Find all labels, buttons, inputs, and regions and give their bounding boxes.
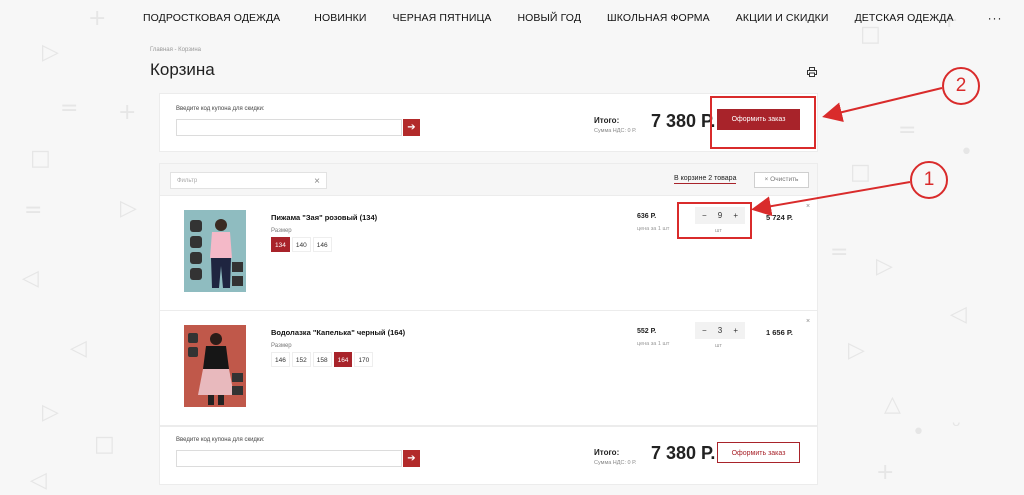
size-option-152[interactable]: 152 <box>291 352 311 367</box>
nav-item-sales[interactable]: АКЦИИ И СКИДКИ <box>736 12 829 24</box>
coupon-input[interactable] <box>176 450 402 467</box>
background-doodle: △ <box>884 392 901 417</box>
print-icon[interactable] <box>807 67 817 77</box>
clear-cart-button[interactable]: × Очистить <box>754 172 809 188</box>
quantity-unit: шт <box>715 343 722 349</box>
quantity-stepper: − 3 + <box>695 322 745 339</box>
total-label: Итого: <box>594 116 620 125</box>
product-name[interactable]: Пижама "Зая" розовый (134) <box>271 213 377 222</box>
nav-item-teen-clothing[interactable]: ПОДРОСТКОВАЯ ОДЕЖДА <box>143 12 280 24</box>
arrow-right-icon: ➔ <box>407 122 416 133</box>
background-doodle: • <box>912 420 925 445</box>
size-label: Размер <box>271 343 292 349</box>
cart-count-tab[interactable]: В корзине 2 товара <box>674 175 737 184</box>
background-doodle: □ <box>30 146 51 171</box>
vat-label: Сумма НДС: 0 Р. <box>594 460 637 466</box>
background-doodle: ▷ <box>120 196 137 221</box>
product-name[interactable]: Водолазка "Капелька" черный (164) <box>271 328 405 337</box>
background-doodle: ▷ <box>848 338 865 363</box>
vat-label: Сумма НДС: 0 Р. <box>594 128 637 134</box>
decrement-button[interactable]: − <box>702 326 707 335</box>
annotation-highlight-quantity <box>677 202 752 239</box>
background-doodle: = <box>24 198 43 223</box>
filter-placeholder: Фильтр <box>177 178 198 184</box>
unit-price: 636 Р. <box>637 213 657 220</box>
background-doodle: ◁ <box>70 336 87 361</box>
nav-item-new[interactable]: НОВИНКИ <box>314 12 366 24</box>
background-doodle: □ <box>850 160 871 185</box>
cart-summary-bottom: Введите код купона для скидки: ➔ Итого: … <box>159 426 818 485</box>
cart-filter-bar: Фильтр × В корзине 2 товара × Очистить <box>159 163 818 196</box>
breadcrumb[interactable]: Главная - Корзина <box>150 47 201 53</box>
close-icon[interactable]: × <box>314 176 320 187</box>
nav-item-kids-clothing[interactable]: ДЕТСКАЯ ОДЕЖДА <box>855 12 954 24</box>
quantity-input[interactable]: 3 <box>718 326 722 335</box>
line-total: 5 724 Р. <box>766 213 793 222</box>
background-doodle: ◁ <box>22 266 39 291</box>
size-option-170[interactable]: 170 <box>354 352 374 367</box>
product-image[interactable] <box>184 325 246 407</box>
coupon-label: Введите код купона для скидки: <box>176 437 265 443</box>
product-image[interactable] <box>184 210 246 292</box>
nav-more-button[interactable]: ··· <box>988 11 1003 25</box>
coupon-apply-button[interactable]: ➔ <box>403 119 420 136</box>
remove-item-icon[interactable]: × <box>806 318 810 325</box>
annotation-arrow-2 <box>822 87 943 122</box>
nav-item-black-friday[interactable]: ЧЕРНАЯ ПЯТНИЦА <box>393 12 492 24</box>
top-navigation: ПОДРОСТКОВАЯ ОДЕЖДА НОВИНКИ ЧЕРНАЯ ПЯТНИ… <box>0 0 1024 36</box>
total-value: 7 380 Р. <box>651 111 716 131</box>
size-option-158[interactable]: 158 <box>312 352 332 367</box>
background-doodle: + <box>118 100 137 125</box>
background-doodle: ▷ <box>42 40 59 65</box>
background-doodle: □ <box>94 432 115 457</box>
line-total: 1 656 Р. <box>766 328 793 337</box>
total-value: 7 380 Р. <box>651 443 716 463</box>
background-doodle: = <box>898 118 917 143</box>
total-label: Итого: <box>594 448 620 457</box>
size-option-140[interactable]: 140 <box>291 237 311 252</box>
coupon-label: Введите код купона для скидки: <box>176 106 265 112</box>
background-doodle: ◁ <box>950 302 967 327</box>
page-title: Корзина <box>150 60 215 79</box>
background-doodle: ◁ <box>30 468 47 493</box>
size-option-164[interactable]: 164 <box>333 352 353 367</box>
coupon-input[interactable] <box>176 119 402 136</box>
background-doodle: ▷ <box>876 254 893 279</box>
background-doodle: + <box>876 460 895 485</box>
size-option-146[interactable]: 146 <box>312 237 332 252</box>
filter-input[interactable]: Фильтр × <box>170 172 327 189</box>
arrow-right-icon: ➔ <box>407 453 416 464</box>
background-doodle: • <box>960 140 973 165</box>
per-unit-label: цена за 1 шт <box>637 226 670 232</box>
size-selector: 134 140 146 <box>271 237 334 252</box>
nav-item-school-uniform[interactable]: ШКОЛЬНАЯ ФОРМА <box>607 12 710 24</box>
background-doodle: = <box>830 240 849 265</box>
cart-item: Водолазка "Капелька" черный (164) Размер… <box>159 311 818 426</box>
size-label: Размер <box>271 228 292 234</box>
increment-button[interactable]: + <box>733 326 738 335</box>
coupon-apply-button[interactable]: ➔ <box>403 450 420 467</box>
remove-item-icon[interactable]: × <box>806 203 810 210</box>
per-unit-label: цена за 1 шт <box>637 341 670 347</box>
annotation-highlight-checkout <box>710 96 816 149</box>
background-doodle: ᵕ <box>952 414 962 439</box>
background-doodle: = <box>60 96 79 121</box>
size-selector: 146 152 158 164 170 <box>271 352 375 367</box>
size-option-134[interactable]: 134 <box>271 237 290 252</box>
annotation-number-1: 1 <box>910 161 948 199</box>
size-option-146[interactable]: 146 <box>271 352 290 367</box>
unit-price: 552 Р. <box>637 328 657 335</box>
nav-item-new-year[interactable]: НОВЫЙ ГОД <box>517 12 581 24</box>
background-doodle: ▷ <box>42 400 59 425</box>
annotation-number-2: 2 <box>942 67 980 105</box>
checkout-button[interactable]: Оформить заказ <box>717 442 800 463</box>
